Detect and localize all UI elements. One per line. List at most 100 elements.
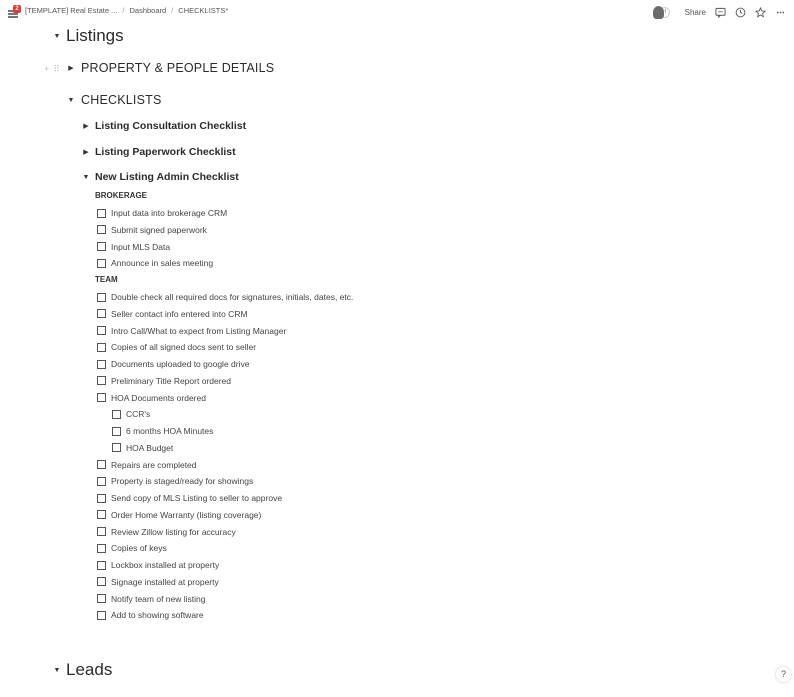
checklist-item-text: Order Home Warranty (listing coverage)	[111, 509, 262, 520]
checklist-item: Announce in sales meeting	[97, 258, 213, 268]
checklist-item-text: Submit signed paperwork	[111, 224, 207, 235]
team-label: TEAM	[95, 275, 118, 284]
leads-heading[interactable]: ▼ Leads	[52, 660, 113, 680]
checklist-item-text: Signage installed at property	[111, 576, 219, 587]
subsection-listing-paperwork[interactable]: ▶ Listing Paperwork Checklist	[81, 146, 235, 158]
checklist-item-text: Announce in sales meeting	[111, 258, 214, 269]
checkbox[interactable]	[97, 309, 106, 319]
checklist-item-text: CCR's	[126, 409, 151, 420]
caret-right-icon[interactable]: ▶	[81, 148, 91, 156]
breadcrumb-item-template[interactable]: [TEMPLATE] Real Estate ...	[25, 6, 117, 15]
checklist-item: Signage installed at property	[97, 577, 219, 587]
checklist-item-text: Input data into brokerage CRM	[111, 208, 228, 218]
caret-right-icon[interactable]: ▶	[81, 122, 91, 130]
caret-down-icon[interactable]: ▼	[81, 174, 91, 181]
checkbox[interactable]	[97, 208, 106, 218]
checkbox[interactable]	[97, 359, 106, 369]
drag-handle-icon[interactable]: ⠿	[53, 64, 60, 75]
checkbox[interactable]	[97, 510, 106, 520]
checklist-item-text: Lockbox installed at property	[111, 560, 220, 570]
checklists-title: CHECKLISTS	[81, 93, 162, 107]
checkbox[interactable]	[97, 342, 106, 352]
top-right-actions: H Share	[652, 3, 786, 21]
checklist-item-text: Property is staged/ready for showings	[111, 476, 254, 487]
checklist-item: Input data into brokerage CRM	[97, 208, 227, 218]
caret-down-icon[interactable]: ▼	[52, 33, 62, 40]
subsection-new-listing-admin[interactable]: ▼ New Listing Admin Checklist	[81, 171, 239, 183]
checklist-item-text: Notify team of new listing	[111, 593, 206, 604]
checklist-item-text: Copies of all signed docs sent to seller	[111, 342, 257, 353]
checklist-item: Input MLS Data	[97, 242, 170, 252]
checklist-item: HOA Budget	[112, 443, 173, 453]
checkbox[interactable]	[97, 493, 106, 503]
checklist-item: Submit signed paperwork	[97, 225, 207, 235]
checklist-item-text: Send copy of MLS Listing to seller to ap…	[111, 493, 283, 503]
share-button[interactable]: Share	[685, 8, 706, 17]
breadcrumb: [TEMPLATE] Real Estate ... / Dashboard /…	[25, 6, 228, 15]
subsection-listing-consultation[interactable]: ▶ Listing Consultation Checklist	[81, 120, 246, 132]
checklist-item-text: Double check all required docs for signa…	[111, 292, 354, 302]
block-handles: + ⠿	[44, 64, 60, 75]
caret-down-icon[interactable]: ▼	[52, 667, 62, 674]
checklist-item: Send copy of MLS Listing to seller to ap…	[97, 493, 282, 503]
checklist-item: Order Home Warranty (listing coverage)	[97, 510, 261, 520]
checklist-item: Seller contact info entered into CRM	[97, 309, 248, 319]
checklist-item-text: Preliminary Title Report ordered	[111, 375, 231, 386]
checklist-item-text: 6 months HOA Minutes	[126, 426, 214, 436]
checklist-item: Intro Call/What to expect from Listing M…	[97, 326, 286, 336]
checkbox[interactable]	[97, 610, 106, 620]
checkbox[interactable]	[97, 527, 106, 536]
checkbox[interactable]	[97, 560, 106, 570]
notification-badge: 2	[13, 5, 21, 13]
subsection-title: New Listing Admin Checklist	[95, 171, 239, 183]
checklist-item-text: Copies of keys	[111, 543, 167, 554]
checkbox[interactable]	[112, 426, 121, 436]
menu-icon-line	[8, 16, 18, 18]
checkbox[interactable]	[97, 292, 106, 302]
top-bar: 2 [TEMPLATE] Real Estate ... / Dashboard…	[0, 0, 794, 24]
comment-icon[interactable]	[715, 7, 726, 18]
checkbox[interactable]	[97, 594, 106, 603]
checkbox[interactable]	[97, 242, 106, 251]
checkbox[interactable]	[97, 225, 106, 235]
breadcrumb-item-checklists[interactable]: CHECKLISTS*	[178, 6, 228, 15]
leads-title: Leads	[66, 660, 113, 679]
checkbox[interactable]	[97, 376, 106, 386]
caret-right-icon[interactable]: ▶	[66, 64, 76, 72]
checklist-item: Repairs are completed	[97, 460, 197, 470]
subsection-title: Listing Consultation Checklist	[95, 120, 247, 132]
property-people-title: PROPERTY & PEOPLE DETAILS	[81, 61, 275, 75]
clock-icon[interactable]	[735, 7, 746, 18]
checklist-item: HOA Documents ordered	[97, 393, 206, 403]
checkbox[interactable]	[112, 409, 121, 419]
breadcrumb-separator: /	[171, 6, 174, 15]
property-people-heading[interactable]: ▶ PROPERTY & PEOPLE DETAILS	[66, 61, 274, 75]
help-button[interactable]: ?	[775, 666, 792, 683]
checklist-item-text: HOA Documents ordered	[111, 392, 206, 403]
add-block-icon[interactable]: +	[44, 64, 49, 75]
checklist-item: CCR's	[112, 409, 150, 419]
checkbox[interactable]	[97, 258, 106, 268]
caret-down-icon[interactable]: ▼	[66, 97, 76, 104]
checkbox[interactable]	[112, 443, 121, 453]
breadcrumb-item-dashboard[interactable]: Dashboard	[130, 6, 167, 15]
listings-heading[interactable]: ▼ Listings	[52, 26, 124, 46]
more-icon[interactable]	[775, 7, 786, 18]
star-icon[interactable]	[755, 6, 766, 18]
menu-icon-line	[8, 13, 18, 15]
checklist-item-text: Add to showing software	[111, 610, 204, 621]
checkbox[interactable]	[97, 393, 106, 402]
checkbox[interactable]	[97, 460, 106, 469]
checklist-item: Property is staged/ready for showings	[97, 476, 253, 486]
checklists-heading[interactable]: ▼ CHECKLISTS	[66, 93, 162, 107]
checklist-item-text: Input MLS Data	[111, 241, 171, 252]
checkbox[interactable]	[97, 476, 106, 486]
checklist-item-text: Review Zillow listing for accuracy	[111, 526, 236, 537]
checkbox[interactable]	[97, 326, 106, 335]
checklist-item: 6 months HOA Minutes	[112, 426, 213, 436]
checklist-item: Add to showing software	[97, 610, 204, 620]
checkbox[interactable]	[97, 543, 106, 553]
checkbox[interactable]	[97, 577, 106, 587]
avatar[interactable]	[652, 5, 664, 19]
collaborators[interactable]: H	[652, 5, 670, 19]
